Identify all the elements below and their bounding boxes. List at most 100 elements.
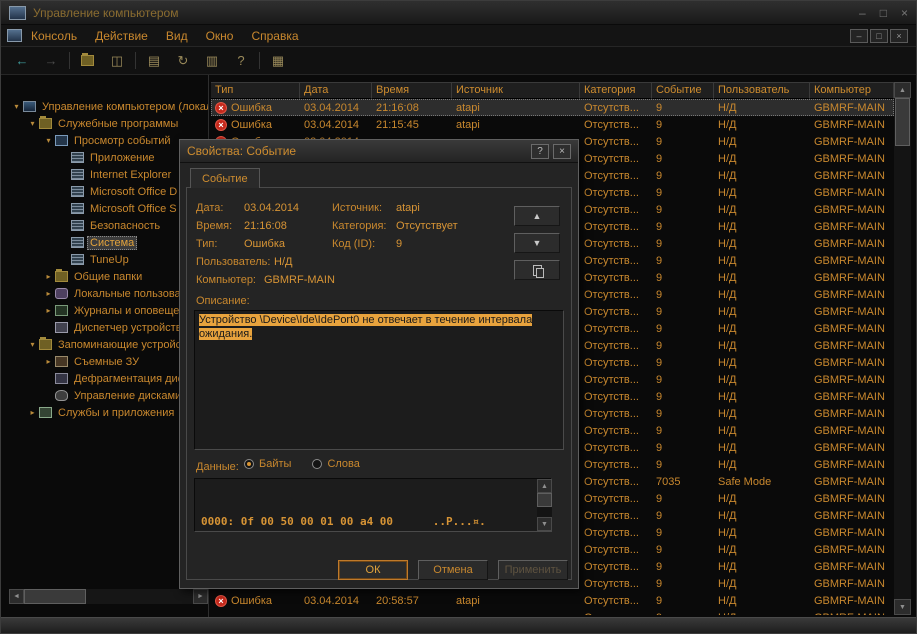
scroll-down-button[interactable]: ▼ xyxy=(894,599,911,615)
scrollbar-thumb[interactable] xyxy=(24,589,86,604)
scroll-right-button[interactable]: ► xyxy=(193,589,208,604)
table-cell: GBMRF-MAIN xyxy=(810,252,894,269)
up-one-level-button[interactable] xyxy=(77,51,99,71)
event-id-label: Код (ID): xyxy=(332,238,375,250)
show-console-tree-button[interactable]: ◫ xyxy=(106,51,128,71)
mdi-close-button[interactable]: × xyxy=(890,29,908,43)
table-cell: GBMRF-MAIN xyxy=(810,218,894,235)
menu-action[interactable]: Действие xyxy=(86,27,157,45)
cancel-button[interactable]: Отмена xyxy=(418,560,488,580)
table-cell: GBMRF-MAIN xyxy=(810,337,894,354)
forward-button[interactable]: → xyxy=(40,51,62,71)
menu-help[interactable]: Справка xyxy=(242,27,307,45)
hex-scrollbar[interactable]: ▲ ▼ xyxy=(537,479,552,531)
table-cell: Отсутств... xyxy=(580,371,652,388)
cell-text: Отсутств... xyxy=(584,136,639,148)
tab-event[interactable]: Событие xyxy=(190,168,260,188)
maximize-icon[interactable]: □ xyxy=(880,6,887,20)
description-box[interactable]: Устройство \Device\Ide\IdePort0 не отвеч… xyxy=(194,310,564,450)
expand-icon[interactable]: ▸ xyxy=(43,272,54,281)
cell-text: Отсутств... xyxy=(584,306,639,318)
table-cell xyxy=(300,609,372,615)
titlebar[interactable]: Управление компьютером – □ × xyxy=(1,1,916,25)
ok-button[interactable]: ОК xyxy=(338,560,408,580)
mdi-restore-button[interactable]: □ xyxy=(870,29,888,43)
cell-text: Н/Д xyxy=(718,527,736,539)
scrollbar-track[interactable] xyxy=(537,507,552,517)
toolbar-help-button[interactable]: ? xyxy=(230,51,252,71)
dialog-help-button[interactable]: ? xyxy=(531,144,549,159)
table-cell: Отсутств... xyxy=(580,575,652,592)
scrollbar-track[interactable] xyxy=(24,589,193,604)
table-row-31[interactable]: Отсутств...9Н/ДGBMRF-MAIN xyxy=(211,609,894,615)
minimize-icon[interactable]: – xyxy=(859,6,866,20)
column-header-4[interactable]: Источник xyxy=(452,82,580,99)
cell-text: GBMRF-MAIN xyxy=(814,425,885,437)
tree-item-label: Internet Explorer xyxy=(87,168,174,182)
tree-item-computer-management[interactable]: ▾Управление компьютером (локал xyxy=(9,98,208,115)
scroll-left-button[interactable]: ◄ xyxy=(9,589,24,604)
table-cell: Н/Д xyxy=(714,490,810,507)
column-header-6[interactable]: Событие xyxy=(652,82,714,99)
collapse-icon[interactable]: ▾ xyxy=(27,340,38,349)
table-cell: 03.04.2014 xyxy=(300,116,372,133)
tree-horizontal-scrollbar[interactable]: ◄ ► xyxy=(9,589,208,604)
scroll-down-button[interactable]: ▼ xyxy=(537,517,552,531)
dialog-titlebar[interactable]: Свойства: Событие ? × xyxy=(180,140,578,163)
column-header-8[interactable]: Компьютер xyxy=(810,82,894,99)
cell-text: 20:58:57 xyxy=(376,595,419,607)
table-row-2[interactable]: ×Ошибка03.04.201421:15:45atapiОтсутств..… xyxy=(211,116,894,133)
bytes-radio[interactable] xyxy=(244,459,254,469)
table-cell: Н/Д xyxy=(714,456,810,473)
table-cell: GBMRF-MAIN xyxy=(810,422,894,439)
collapse-icon[interactable]: ▾ xyxy=(11,102,22,111)
folder-icon xyxy=(39,118,52,129)
menu-console[interactable]: Консоль xyxy=(22,27,86,45)
scroll-up-button[interactable]: ▲ xyxy=(894,82,911,98)
tree-item-system-tools[interactable]: ▾Служебные программы xyxy=(9,115,208,132)
views-button[interactable]: ▦ xyxy=(267,51,289,71)
apply-button[interactable]: Применить xyxy=(498,560,568,580)
expand-icon[interactable]: ▸ xyxy=(43,357,54,366)
expand-icon[interactable]: ▸ xyxy=(27,408,38,417)
cell-text: GBMRF-MAIN xyxy=(814,612,885,616)
back-button[interactable]: ← xyxy=(11,51,33,71)
copy-event-button[interactable] xyxy=(514,260,560,280)
table-row-1[interactable]: ×Ошибка03.04.201421:16:08atapiОтсутств..… xyxy=(211,99,894,116)
column-header-1[interactable]: Тип xyxy=(211,82,300,99)
words-radio[interactable] xyxy=(312,459,322,469)
properties-button[interactable]: ▤ xyxy=(143,51,165,71)
collapse-icon[interactable]: ▾ xyxy=(27,119,38,128)
export-list-button[interactable]: ▥ xyxy=(201,51,223,71)
mdi-minimize-button[interactable]: – xyxy=(850,29,868,43)
table-vertical-scrollbar[interactable]: ▲ ▼ xyxy=(894,82,911,615)
refresh-button[interactable]: ↻ xyxy=(172,51,194,71)
next-event-button[interactable]: ▼ xyxy=(514,233,560,253)
scroll-up-button[interactable]: ▲ xyxy=(537,479,552,493)
cell-text: GBMRF-MAIN xyxy=(814,289,885,301)
table-cell: 9 xyxy=(652,320,714,337)
menu-window[interactable]: Окно xyxy=(197,27,243,45)
hex-data-box[interactable]: 0000: 0f 00 50 00 01 00 a4 00 ..P...¤. 0… xyxy=(194,478,552,532)
column-header-3[interactable]: Время xyxy=(372,82,452,99)
dialog-close-button[interactable]: × xyxy=(553,144,571,159)
scrollbar-thumb[interactable] xyxy=(895,98,910,146)
cell-text: Отсутств... xyxy=(584,476,639,488)
expand-icon[interactable]: ▸ xyxy=(43,306,54,315)
collapse-icon[interactable]: ▾ xyxy=(43,136,54,145)
column-header-7[interactable]: Пользователь xyxy=(714,82,810,99)
scrollbar-thumb[interactable] xyxy=(537,493,552,507)
table-cell: Н/Д xyxy=(714,218,810,235)
table-cell: Н/Д xyxy=(714,558,810,575)
cell-text: Отсутств... xyxy=(584,323,639,335)
expand-icon[interactable]: ▸ xyxy=(43,289,54,298)
cell-text: Н/Д xyxy=(718,323,736,335)
close-icon[interactable]: × xyxy=(901,6,908,20)
table-row-30[interactable]: ×Ошибка03.04.201420:58:57atapiОтсутств..… xyxy=(211,592,894,609)
column-header-2[interactable]: Дата xyxy=(300,82,372,99)
menu-view[interactable]: Вид xyxy=(157,27,197,45)
previous-event-button[interactable]: ▲ xyxy=(514,206,560,226)
column-header-5[interactable]: Категория xyxy=(580,82,652,99)
tree-item-label: Управление дисками xyxy=(71,389,184,403)
scrollbar-track[interactable] xyxy=(894,98,911,599)
